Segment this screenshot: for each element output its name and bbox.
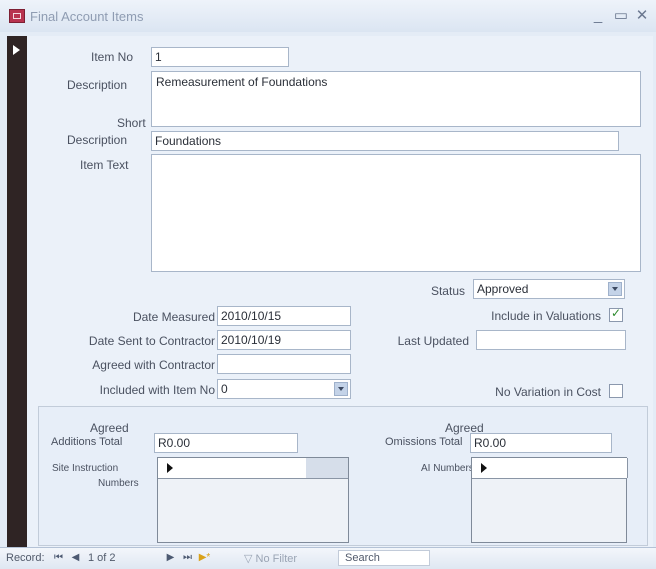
site-instruction-subform[interactable] xyxy=(157,457,349,543)
short-description-label-line1: Short xyxy=(117,116,146,130)
maximize-icon[interactable]: ▭ xyxy=(611,6,631,26)
title-bar: Final Account Items _ ▭ ✕ xyxy=(0,0,656,32)
ai-numbers-subform[interactable] xyxy=(471,457,628,543)
short-description-label-line2: Description xyxy=(67,133,128,147)
date-sent-field[interactable] xyxy=(217,330,351,350)
row-selector-arrow-icon[interactable] xyxy=(472,458,497,478)
filter-indicator[interactable]: ▽ No Filter xyxy=(244,552,297,565)
chevron-down-icon[interactable] xyxy=(334,382,348,396)
first-record-icon[interactable]: ⏮ xyxy=(52,551,65,565)
agreed-with-contractor-field[interactable] xyxy=(217,354,351,374)
window-title: Final Account Items xyxy=(30,9,144,24)
chevron-down-icon[interactable] xyxy=(608,282,622,296)
item-no-label: Item No xyxy=(91,50,134,64)
close-icon[interactable]: ✕ xyxy=(632,6,652,26)
row-selector-arrow-icon[interactable] xyxy=(158,458,183,478)
no-variation-in-cost-checkbox[interactable] xyxy=(609,384,623,398)
date-measured-field[interactable] xyxy=(217,306,351,326)
additions-total-field[interactable] xyxy=(154,433,298,453)
record-selector[interactable] xyxy=(7,36,27,547)
next-record-icon[interactable]: ▶ xyxy=(164,551,177,565)
status-label: Status xyxy=(430,284,465,298)
item-no-field[interactable] xyxy=(151,47,289,67)
record-navigation-bar: Record: ⏮ ◀ 1 of 2 ▶ ⏭ ▶* ▽ No Filter Se… xyxy=(0,547,656,569)
include-in-valuations-checkbox[interactable] xyxy=(609,306,623,322)
included-with-item-no-combo[interactable]: 0 xyxy=(217,379,351,399)
omissions-total-field[interactable] xyxy=(470,433,612,453)
description-field[interactable]: Remeasurement of Foundations xyxy=(151,71,641,127)
no-variation-in-cost-label: No Variation in Cost xyxy=(495,385,601,399)
subform-cell[interactable] xyxy=(496,458,628,478)
ai-numbers-label: AI Numbers xyxy=(421,463,474,474)
date-measured-label: Date Measured xyxy=(132,310,215,324)
additions-total-label-line2: Additions Total xyxy=(51,436,123,448)
last-updated-label: Last Updated xyxy=(397,334,469,348)
agreed-totals-section: Agreed Additions Total Agreed Omissions … xyxy=(38,406,648,546)
subform-cell[interactable] xyxy=(182,458,307,478)
include-in-valuations-label: Include in Valuations xyxy=(491,309,601,323)
record-label: Record: xyxy=(6,552,45,564)
short-description-field[interactable] xyxy=(151,131,619,151)
agreed-with-contractor-label: Agreed with Contractor xyxy=(92,358,215,372)
new-record-icon[interactable]: ▶* xyxy=(198,551,211,565)
omissions-total-label-line2: Omissions Total xyxy=(385,436,463,448)
subform-empty-area xyxy=(306,458,348,478)
included-with-item-no-label: Included with Item No xyxy=(99,383,215,397)
item-text-field[interactable] xyxy=(151,154,641,272)
date-sent-label: Date Sent to Contractor xyxy=(88,334,215,348)
description-label: Description xyxy=(67,78,128,92)
status-value: Approved xyxy=(477,282,529,296)
filter-label: No Filter xyxy=(255,553,298,565)
search-label: Search xyxy=(345,552,380,564)
included-with-item-no-value: 0 xyxy=(221,382,228,396)
record-position[interactable]: 1 of 2 xyxy=(88,552,116,564)
site-instruction-label-line2: Numbers xyxy=(98,478,139,489)
previous-record-icon[interactable]: ◀ xyxy=(69,551,82,565)
last-updated-field[interactable] xyxy=(476,330,626,350)
status-combo[interactable]: Approved xyxy=(473,279,625,299)
additions-total-label-line1: Agreed xyxy=(90,421,129,435)
minimize-icon[interactable]: _ xyxy=(588,6,608,26)
form-icon xyxy=(9,9,25,23)
last-record-icon[interactable]: ⏭ xyxy=(181,551,194,565)
search-box[interactable]: Search xyxy=(338,550,430,566)
item-text-label: Item Text xyxy=(80,158,129,172)
current-record-arrow-icon xyxy=(13,45,20,55)
site-instruction-label-line1: Site Instruction xyxy=(52,463,119,474)
funnel-icon: ▽ xyxy=(244,553,253,565)
